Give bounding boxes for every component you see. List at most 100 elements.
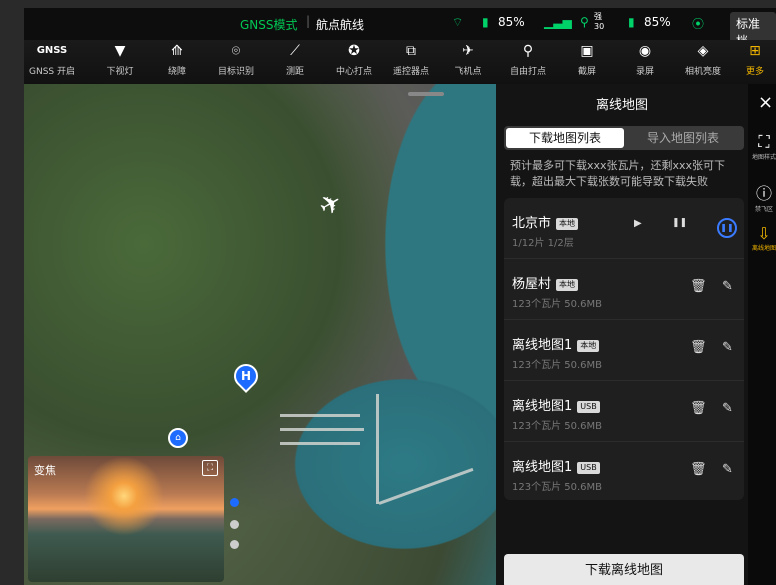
list-item[interactable]: 离线地图1 本地 123个瓦片 50.6MB 🗑 ✎: [504, 320, 744, 381]
tool-label: 相机亮度: [684, 67, 721, 77]
tool-label: 遥控器点: [392, 67, 429, 77]
tool-record-screen[interactable]: ◉ 录屏: [617, 40, 673, 84]
wifi-icon: ⌔: [452, 15, 464, 29]
rc-battery-icon: ▮: [628, 15, 635, 29]
top-toolbar: GNSS GNSS 开启 ▼ 下视灯 ⟰ 绕障 ⌾ 目标识别 ⟋ 测距 ✪ 中心打点 ⧉ 遥控…: [24, 40, 776, 84]
tool-label: 截屏: [577, 67, 596, 77]
tool-more[interactable]: ⊞ 更多: [734, 40, 776, 84]
tool-label: 目标识别: [217, 67, 254, 77]
list-item[interactable]: 离线地图1 USB 123个瓦片 50.6MB 🗑 ✎: [504, 381, 744, 442]
map-name: 离线地图1: [512, 399, 573, 414]
delete-icon[interactable]: 🗑: [690, 279, 707, 294]
waypoint-dot[interactable]: [230, 540, 239, 549]
offline-map-icon: ⇩: [757, 224, 771, 243]
map-name: 北京市: [512, 216, 552, 231]
edit-icon[interactable]: ✎: [722, 462, 733, 477]
tool-label: 测距: [285, 67, 304, 77]
tool-label: 中心打点: [335, 67, 372, 77]
ruler-icon: ⟋: [290, 43, 300, 59]
target-icon: ⌾: [231, 43, 241, 59]
tool-center-mark[interactable]: ✪ 中心打点: [326, 40, 382, 84]
map-name: 离线地图1: [512, 460, 573, 475]
right-rail: × ⛶ 地图样式 ⓘ 禁飞区 ⇩ 离线地图: [748, 84, 776, 585]
tool-screenshot[interactable]: ▣ 截屏: [559, 40, 615, 84]
source-tag: USB: [577, 400, 600, 413]
breakwater: [376, 394, 379, 504]
expand-icon[interactable]: ⛶: [202, 460, 218, 476]
tool-label: 录屏: [635, 67, 654, 77]
list-item[interactable]: 北京市 本地 1/12片 1/2层 ▶ ❚❚ ❚❚: [504, 198, 744, 259]
rail-item-map-style[interactable]: ⛶ 地图样式: [752, 132, 776, 161]
signal-icon: ▁▃▅: [544, 15, 572, 29]
brightness-icon: ◈: [697, 43, 709, 59]
tool-down-light[interactable]: ▼ 下视灯: [92, 40, 148, 84]
drag-handle[interactable]: [408, 92, 444, 96]
settings-icon[interactable]: ⦿: [692, 15, 704, 32]
tool-free-mark[interactable]: ⚲ 自由打点: [500, 40, 556, 84]
list-item[interactable]: 杨屋村 本地 123个瓦片 50.6MB 🗑 ✎: [504, 259, 744, 320]
tool-aircraft-point[interactable]: ✈ 飞机点: [440, 40, 496, 84]
delete-icon[interactable]: 🗑: [690, 401, 707, 416]
map-size: 123个瓦片 50.6MB: [512, 482, 603, 493]
rail-item-offline-map[interactable]: ⇩ 离线地图: [752, 224, 776, 252]
map-size: 123个瓦片 50.6MB: [512, 421, 603, 432]
tool-camera-brightness[interactable]: ◈ 相机亮度: [675, 40, 731, 84]
close-icon[interactable]: ×: [758, 92, 773, 113]
record-icon: ◉: [638, 43, 652, 59]
pause-icon[interactable]: ❚❚: [672, 218, 687, 228]
obstacle-icon: ⟰: [171, 43, 183, 59]
rail-item-label: 地图样式: [752, 154, 776, 161]
rail-item-label: 禁飞区: [754, 206, 773, 213]
breakwater: [378, 467, 474, 505]
down-light-icon: ▼: [114, 43, 126, 59]
list-item[interactable]: 离线地图1 USB 123个瓦片 50.6MB 🗑 ✎: [504, 442, 744, 500]
remote-controller-icon[interactable]: ⌂: [168, 428, 188, 448]
tool-label: 自由打点: [509, 67, 546, 77]
tool-target-recognition[interactable]: ⌾ 目标识别: [208, 40, 264, 84]
aircraft-point-icon: ✈: [462, 43, 474, 59]
edit-icon[interactable]: ✎: [722, 401, 733, 416]
gnss-icon: GNSS: [36, 45, 68, 56]
source-tag: 本地: [556, 278, 579, 291]
tool-label: 飞机点: [454, 67, 482, 77]
offline-map-list: 北京市 本地 1/12片 1/2层 ▶ ❚❚ ❚❚ 杨屋村 本地 123个瓦片 50…: [504, 198, 744, 500]
rc-point-icon: ⧉: [406, 43, 416, 59]
rail-item-no-fly[interactable]: ⓘ 禁飞区: [752, 180, 776, 213]
waypoint-dot[interactable]: [230, 520, 239, 529]
screenshot-icon: ▣: [580, 43, 594, 59]
tool-label: 更多: [745, 67, 764, 77]
tool-label: 下视灯: [106, 67, 134, 77]
tool-ranging[interactable]: ⟋ 测距: [267, 40, 323, 84]
edit-icon[interactable]: ✎: [722, 279, 733, 294]
status-separator: |: [306, 14, 311, 28]
route-type: 航点航线: [316, 18, 365, 32]
gps-icon: ⚲: [580, 15, 589, 29]
tab-import-list[interactable]: 导入地图列表: [624, 128, 742, 148]
gps-count: 30: [594, 22, 605, 31]
map-progress: 1/12片 1/2层: [512, 238, 574, 249]
waypoint-dot[interactable]: [230, 498, 239, 507]
camera-mini-view[interactable]: 变焦 ⛶: [28, 456, 224, 582]
free-mark-icon: ⚲: [522, 43, 534, 59]
more-icon: ⊞: [749, 43, 761, 59]
tool-obstacle-avoid[interactable]: ⟰ 绕障: [149, 40, 205, 84]
offline-map-panel: 离线地图 下载地图列表 导入地图列表 预计最多可下载xxx张瓦片，还剩xxx张可…: [408, 84, 748, 585]
source-tag: 本地: [577, 339, 600, 352]
play-icon[interactable]: ▶: [634, 218, 642, 229]
edit-icon[interactable]: ✎: [722, 340, 733, 355]
pier: [280, 414, 360, 417]
flight-mode: GNSS模式: [240, 18, 298, 32]
tool-rc-point[interactable]: ⧉ 遥控器点: [383, 40, 439, 84]
tab-download-list[interactable]: 下载地图列表: [506, 128, 624, 148]
delete-icon[interactable]: 🗑: [690, 340, 707, 355]
pier: [280, 428, 364, 431]
source-tag: 本地: [556, 217, 579, 230]
pier: [280, 442, 360, 445]
delete-icon[interactable]: 🗑: [690, 462, 707, 477]
rc-battery-percent: 85%: [644, 15, 671, 29]
home-point-icon[interactable]: H: [229, 359, 263, 393]
tool-gnss[interactable]: GNSS GNSS 开启: [24, 40, 80, 84]
pause-download-icon[interactable]: ❚❚: [717, 218, 737, 238]
download-offline-map-button[interactable]: 下载离线地图: [504, 554, 744, 585]
mini-view-label: 变焦: [34, 464, 56, 477]
